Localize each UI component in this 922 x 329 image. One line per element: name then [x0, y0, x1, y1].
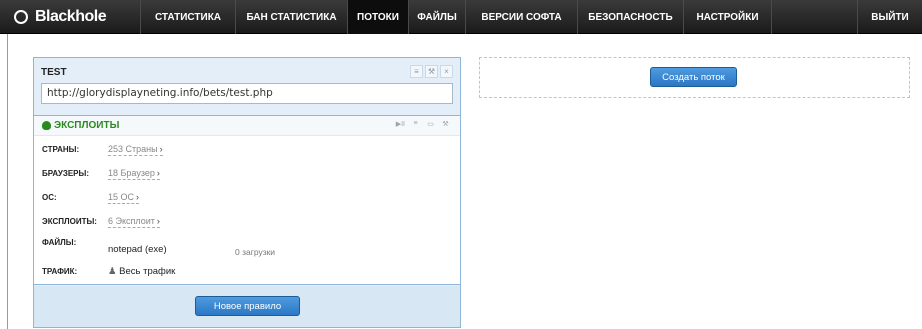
stream-panel-header: TEST ≡ ⚒ × http://glorydisplayneting.inf…	[34, 58, 460, 115]
create-stream-button[interactable]: Создать поток	[650, 67, 737, 87]
countries-label: СТРАНЫ:	[42, 145, 80, 154]
logout-button[interactable]: ВЫЙТИ	[857, 0, 922, 34]
traffic-value-wrap: ♟ Весь трафик	[108, 266, 175, 277]
new-rule-button[interactable]: Новое правило	[195, 296, 300, 316]
user-group-icon: ♟	[108, 266, 117, 277]
nav-item-ban-statistics[interactable]: БАН СТАТИСТИКА	[235, 0, 347, 34]
chevron-right-icon: ›	[159, 144, 163, 154]
bug-icon	[42, 121, 51, 130]
os-value: 15 ОС	[108, 192, 135, 202]
stream-header-actions: ≡ ⚒ ×	[410, 65, 453, 78]
browsers-link[interactable]: 18 Браузер ›	[108, 168, 160, 180]
close-icon[interactable]: ×	[440, 65, 453, 78]
nav-item-settings[interactable]: НАСТРОЙКИ	[683, 0, 771, 34]
play-pause-icon[interactable]: ▶II	[396, 120, 405, 128]
nav-item-security[interactable]: БЕЗОПАСНОСТЬ	[577, 0, 683, 34]
list-icon[interactable]: ≡	[410, 65, 423, 78]
create-stream-area: Создать поток	[479, 57, 910, 98]
chevron-right-icon: ›	[156, 168, 160, 178]
exploits-section-actions: ▶II ≡ ▭ ⚒	[396, 120, 450, 128]
logo-ring-icon	[14, 10, 28, 24]
exploits-section-title: ЭКСПЛОИТЫ	[42, 120, 119, 131]
browsers-value: 18 Браузер	[108, 168, 155, 178]
traffic-value: Весь трафик	[119, 266, 176, 277]
stream-panel-footer: Новое правило	[34, 286, 460, 327]
nav-item-files[interactable]: ФАЙЛЫ	[408, 0, 465, 34]
top-navigation-bar: Blackhole СТАТИСТИКА БАН СТАТИСТИКА ПОТО…	[0, 0, 922, 34]
os-label: ОС:	[42, 193, 57, 202]
file-downloads: 0 загрузки	[235, 247, 276, 257]
stream-panel-body: ЭКСПЛОИТЫ ▶II ≡ ▭ ⚒ СТРАНЫ: 253 Страны › …	[34, 115, 460, 285]
chevron-right-icon: ›	[156, 216, 160, 226]
os-link[interactable]: 15 ОС ›	[108, 192, 140, 204]
stream-url-field[interactable]: http://glorydisplayneting.info/bets/test…	[41, 83, 453, 104]
countries-link[interactable]: 253 Страны ›	[108, 144, 163, 156]
page-frame-line	[7, 34, 8, 329]
nav-item-statistics[interactable]: СТАТИСТИКА	[140, 0, 235, 34]
chevron-right-icon: ›	[136, 192, 140, 202]
nav-divider	[771, 0, 772, 34]
window-icon[interactable]: ▭	[426, 120, 435, 128]
logo[interactable]: Blackhole	[14, 0, 107, 34]
browsers-label: БРАУЗЕРЫ:	[42, 169, 90, 178]
stream-title: TEST	[41, 67, 67, 78]
logo-text: Blackhole	[35, 8, 107, 25]
nav-item-software-versions[interactable]: ВЕРСИИ СОФТА	[465, 0, 577, 34]
exploits-section-header: ЭКСПЛОИТЫ ▶II ≡ ▭ ⚒	[34, 116, 460, 136]
traffic-label: ТРАФИК:	[42, 267, 78, 276]
list-icon[interactable]: ≡	[411, 120, 420, 128]
exploits-link[interactable]: 6 Эксплоит ›	[108, 216, 160, 228]
files-label: ФАЙЛЫ:	[42, 238, 77, 247]
countries-value: 253 Страны	[108, 144, 158, 154]
stream-panel: TEST ≡ ⚒ × http://glorydisplayneting.inf…	[33, 57, 461, 328]
wrench-icon[interactable]: ⚒	[441, 120, 450, 128]
exploits-value: 6 Эксплоит	[108, 216, 155, 226]
exploits-title-text: ЭКСПЛОИТЫ	[54, 120, 120, 131]
file-name: notepad (exe)	[108, 244, 167, 255]
nav-item-streams[interactable]: ПОТОКИ	[347, 0, 408, 34]
exploits-label: ЭКСПЛОИТЫ:	[42, 217, 97, 226]
wrench-icon[interactable]: ⚒	[425, 65, 438, 78]
